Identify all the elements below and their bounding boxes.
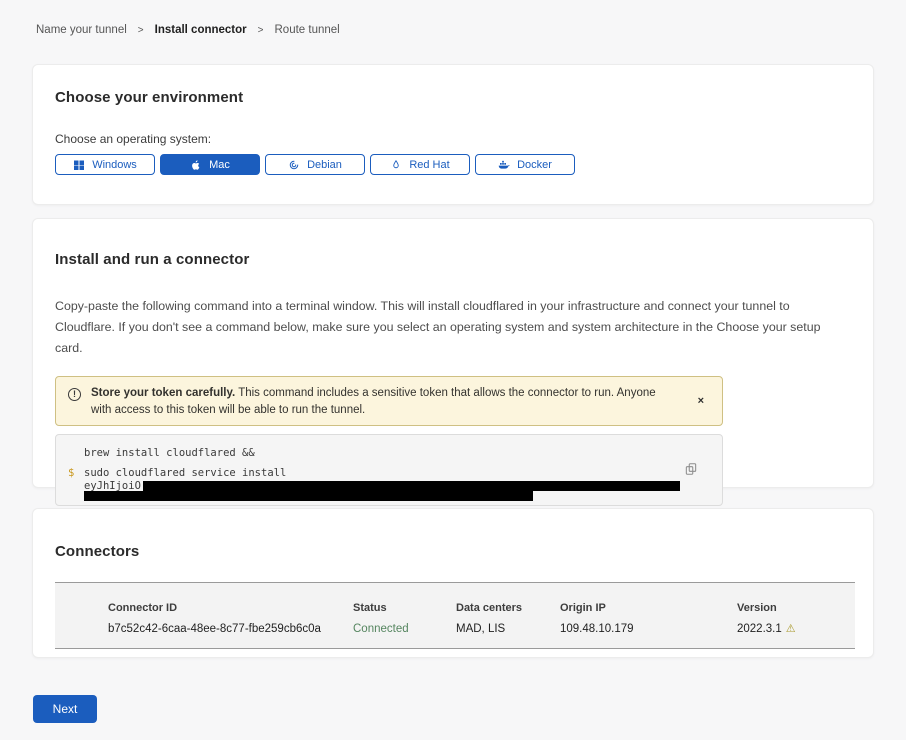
apple-icon	[190, 159, 202, 171]
os-button-debian[interactable]: Debian	[265, 154, 365, 175]
code-line-sudo: $ sudo cloudflared service install	[84, 467, 722, 479]
environment-card-title: Choose your environment	[55, 89, 851, 106]
breadcrumb-separator: >	[138, 25, 144, 36]
connectors-table: Connector ID Status Data centers Origin …	[55, 582, 855, 649]
connectors-card-title: Connectors	[55, 543, 851, 560]
token-line: eyJhIjoiO	[84, 480, 722, 491]
os-button-label: Debian	[307, 159, 342, 171]
breadcrumb-separator: >	[258, 25, 264, 36]
data-centers-value: MAD, LIS	[456, 623, 560, 635]
warning-triangle-icon: ⚠	[786, 622, 796, 635]
breadcrumb-step-name-tunnel[interactable]: Name your tunnel	[36, 24, 127, 36]
status-badge: Connected	[353, 623, 456, 635]
os-button-docker[interactable]: Docker	[475, 154, 575, 175]
os-button-windows[interactable]: Windows	[55, 154, 155, 175]
col-header-status: Status	[353, 602, 456, 614]
windows-icon	[73, 159, 85, 171]
connector-id-value: b7c52c42-6caa-48ee-8c77-fbe259cb6c0a	[108, 623, 353, 635]
breadcrumb-step-install-connector[interactable]: Install connector	[155, 24, 247, 36]
choose-environment-card: Choose your environment Choose an operat…	[32, 64, 874, 205]
os-button-group: Windows Mac Debian	[55, 154, 851, 175]
install-card-title: Install and run a connector	[55, 251, 851, 268]
token-prefix: eyJhIjoiO	[84, 480, 141, 492]
token-warning-bold: Store your token carefully.	[91, 387, 235, 399]
debian-icon	[288, 159, 300, 171]
docker-icon	[498, 159, 510, 171]
col-header-connector-id: Connector ID	[108, 602, 353, 614]
token-warning-text: Store your token carefully. This command…	[91, 385, 676, 418]
table-row: b7c52c42-6caa-48ee-8c77-fbe259cb6c0a Con…	[108, 622, 855, 635]
os-button-label: Docker	[517, 159, 552, 171]
breadcrumb-step-route-tunnel[interactable]: Route tunnel	[275, 24, 340, 36]
os-button-redhat[interactable]: Red Hat	[370, 154, 470, 175]
redhat-icon	[390, 159, 402, 171]
token-redaction-bar	[84, 491, 533, 501]
col-header-version: Version	[737, 602, 855, 614]
os-select-label: Choose an operating system:	[55, 132, 851, 146]
connectors-card: Connectors Connector ID Status Data cent…	[32, 508, 874, 658]
alert-circle-icon: !	[68, 388, 81, 401]
shell-prompt: $	[68, 467, 74, 479]
col-header-origin-ip: Origin IP	[560, 602, 737, 614]
copy-icon[interactable]	[684, 461, 700, 477]
banner-close-icon[interactable]: ×	[692, 395, 710, 407]
code-line-sudo-text: sudo cloudflared service install	[84, 467, 286, 479]
token-warning-banner: ! Store your token carefully. This comma…	[55, 376, 723, 426]
install-command-code-block: brew install cloudflared && $ sudo cloud…	[55, 434, 723, 506]
connectors-table-header: Connector ID Status Data centers Origin …	[108, 602, 855, 614]
os-button-label: Windows	[92, 159, 137, 171]
os-button-label: Mac	[209, 159, 230, 171]
breadcrumb: Name your tunnel > Install connector > R…	[36, 0, 906, 36]
install-description: Copy-paste the following command into a …	[55, 296, 849, 359]
version-number: 2022.3.1	[737, 623, 782, 635]
origin-ip-value: 109.48.10.179	[560, 623, 737, 635]
next-button[interactable]: Next	[33, 695, 97, 723]
code-line-brew: brew install cloudflared &&	[84, 447, 722, 459]
token-redaction-bar	[143, 481, 680, 491]
install-connector-card: Install and run a connector Copy-paste t…	[32, 218, 874, 488]
os-button-label: Red Hat	[409, 159, 449, 171]
version-value: 2022.3.1 ⚠	[737, 622, 855, 635]
os-button-mac[interactable]: Mac	[160, 154, 260, 175]
col-header-data-centers: Data centers	[456, 602, 560, 614]
